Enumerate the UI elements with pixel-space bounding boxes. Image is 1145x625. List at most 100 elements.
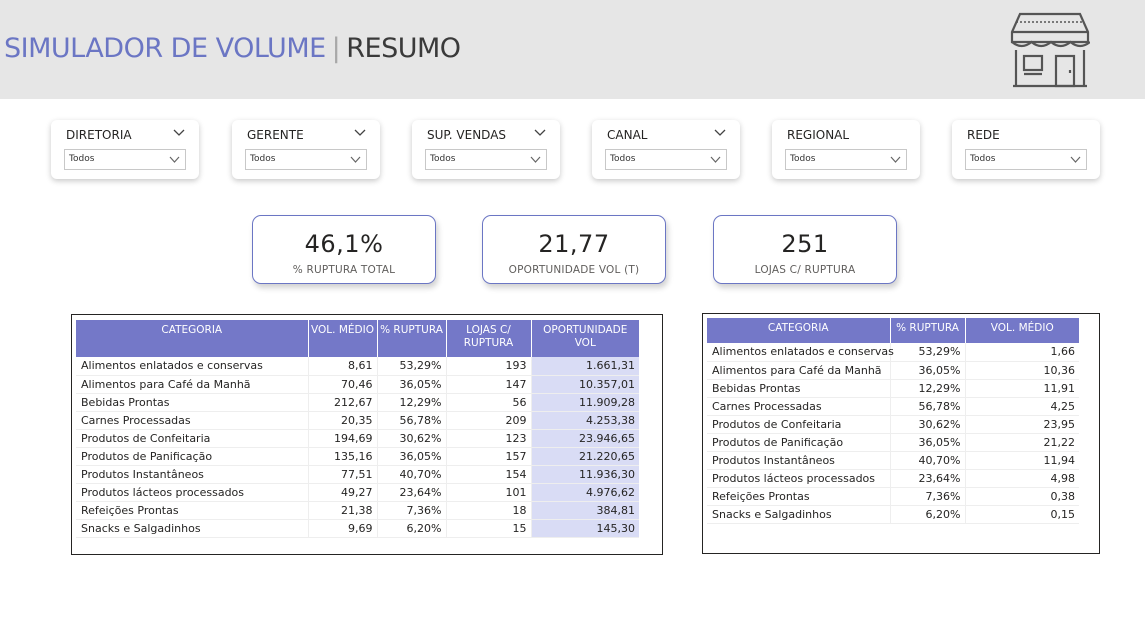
value-cell: 7,36%	[890, 487, 966, 506]
kpi-value: 46,1%	[304, 230, 384, 258]
filter-dropdown[interactable]: Todos	[785, 149, 907, 170]
category-cell: Produtos de Panificação	[707, 433, 891, 452]
table-oportunidade-container: CATEGORIA VOL. MÉDIO % RUPTURA LOJAS C/ …	[71, 314, 663, 555]
value-cell: 23,64%	[890, 469, 966, 488]
table-row[interactable]: Alimentos enlatados e conservas 8,61 53,29…	[76, 357, 639, 376]
value-cell: 11,91	[965, 379, 1079, 398]
value-cell: 9,69	[308, 519, 378, 538]
table-row[interactable]: Snacks e Salgadinhos 6,20% 0,15	[707, 505, 1079, 524]
table-row[interactable]: Refeições Prontas 7,36% 0,38	[707, 487, 1079, 506]
value-cell: 56,78%	[377, 411, 447, 430]
value-cell: 384,81	[531, 501, 639, 520]
category-cell: Produtos de Confeitaria	[76, 429, 309, 448]
table-row[interactable]: Bebidas Prontas 12,29% 11,91	[707, 379, 1079, 398]
column-header[interactable]: OPORTUNIDADE VOL	[531, 320, 639, 357]
filter-gerente: GERENTE Todos	[232, 120, 380, 179]
column-header[interactable]: VOL. MÉDIO	[965, 318, 1079, 343]
table-row[interactable]: Carnes Processadas 20,35 56,78% 209 4.253,38	[76, 411, 639, 430]
column-header[interactable]: % RUPTURA	[890, 318, 966, 343]
category-cell: Carnes Processadas	[76, 411, 309, 430]
column-header[interactable]: % RUPTURA	[377, 320, 447, 357]
table-row[interactable]: Produtos de Panificação 36,05% 21,22	[707, 433, 1079, 452]
filter-dropdown[interactable]: Todos	[965, 149, 1087, 170]
table-row[interactable]: Produtos de Confeitaria 30,62% 23,95	[707, 415, 1079, 434]
value-cell: 135,16	[308, 447, 378, 466]
table-row[interactable]: Produtos Instantâneos 77,51 40,70% 154 11.93…	[76, 465, 639, 484]
title-separator: |	[331, 33, 341, 64]
category-cell: Snacks e Salgadinhos	[707, 505, 891, 524]
category-cell: Alimentos enlatados e conservas	[707, 343, 894, 362]
table-row[interactable]: Produtos lácteos processados 49,27 23,64% 1…	[76, 483, 639, 502]
value-cell: 10.357,01	[531, 375, 639, 394]
category-cell: Bebidas Prontas	[76, 393, 309, 412]
filter-dropdown[interactable]: Todos	[64, 149, 186, 170]
category-cell: Bebidas Prontas	[707, 379, 891, 398]
filter-label: REGIONAL	[787, 128, 850, 142]
value-cell: 0,15	[965, 505, 1079, 524]
value-cell: 21,22	[965, 433, 1079, 452]
filter-dropdown[interactable]: Todos	[605, 149, 727, 170]
value-cell: 23.946,65	[531, 429, 639, 448]
table-row[interactable]: Produtos de Confeitaria 194,69 30,62% 123 23…	[76, 429, 639, 448]
kpi-lojas-ruptura: 251 LOJAS C/ RUPTURA	[713, 215, 897, 284]
column-header[interactable]: CATEGORIA	[707, 318, 891, 343]
filter-dropdown[interactable]: Todos	[245, 149, 367, 170]
chevron-down-icon[interactable]	[714, 129, 726, 137]
category-cell: Refeições Prontas	[707, 487, 891, 506]
value-cell: 11.936,30	[531, 465, 639, 484]
value-cell: 7,36%	[377, 501, 447, 520]
value-cell: 11.909,28	[531, 393, 639, 412]
table-body: Alimentos enlatados e conservas 8,61 53,29…	[76, 357, 639, 538]
filter-value: Todos	[790, 154, 816, 164]
value-cell: 147	[446, 375, 532, 394]
value-cell: 23,64%	[377, 483, 447, 502]
value-cell: 123	[446, 429, 532, 448]
column-header[interactable]: VOL. MÉDIO	[308, 320, 378, 357]
value-cell: 40,70%	[377, 465, 447, 484]
chevron-down-icon	[1070, 156, 1081, 163]
kpi-oportunidade-vol: 21,77 OPORTUNIDADE VOL (T)	[482, 215, 666, 284]
chevron-down-icon[interactable]	[173, 129, 185, 137]
value-cell: 12,29%	[890, 379, 966, 398]
kpi-value: 251	[781, 230, 829, 258]
value-cell: 36,05%	[890, 361, 966, 380]
value-cell: 4.253,38	[531, 411, 639, 430]
filter-sup-vendas: SUP. VENDAS Todos	[412, 120, 560, 179]
table-row[interactable]: Produtos de Panificação 135,16 36,05% 157 21…	[76, 447, 639, 466]
header-band: SIMULADOR DE VOLUME | RESUMO	[0, 0, 1145, 99]
category-cell: Produtos lácteos processados	[76, 483, 309, 502]
chevron-down-icon	[710, 156, 721, 163]
category-cell: Produtos de Confeitaria	[707, 415, 891, 434]
value-cell: 53,29%	[377, 357, 447, 376]
value-cell: 212,67	[308, 393, 378, 412]
filter-value: Todos	[970, 154, 996, 164]
table-row[interactable]: Snacks e Salgadinhos 9,69 6,20% 15 145,30	[76, 519, 639, 538]
value-cell: 1,66	[965, 343, 1079, 362]
table-body: Alimentos enlatados e conservas 53,29% 1,6…	[707, 343, 1079, 524]
chevron-down-icon[interactable]	[354, 129, 366, 137]
filter-dropdown[interactable]: Todos	[425, 149, 547, 170]
column-header[interactable]: CATEGORIA	[76, 320, 309, 357]
value-cell: 193	[446, 357, 532, 376]
table-row[interactable]: Bebidas Prontas 212,67 12,29% 56 11.909,28	[76, 393, 639, 412]
table-ruptura-container: CATEGORIA % RUPTURA VOL. MÉDIO Alimentos…	[702, 313, 1100, 554]
table-row[interactable]: Alimentos para Café da Manhã 70,46 36,05% 1…	[76, 375, 639, 394]
table-row[interactable]: Refeições Prontas 21,38 7,36% 18 384,81	[76, 501, 639, 520]
table-row[interactable]: Carnes Processadas 56,78% 4,25	[707, 397, 1079, 416]
table-row[interactable]: Alimentos para Café da Manhã 36,05% 10,36	[707, 361, 1079, 380]
category-cell: Snacks e Salgadinhos	[76, 519, 309, 538]
column-header[interactable]: LOJAS C/ RUPTURA	[446, 320, 532, 357]
value-cell: 1.661,31	[531, 357, 639, 376]
filter-label: GERENTE	[247, 128, 304, 142]
chevron-down-icon[interactable]	[534, 129, 546, 137]
value-cell: 30,62%	[377, 429, 447, 448]
value-cell: 6,20%	[890, 505, 966, 524]
filter-value: Todos	[69, 154, 95, 164]
value-cell: 30,62%	[890, 415, 966, 434]
value-cell: 20,35	[308, 411, 378, 430]
table-row[interactable]: Alimentos enlatados e conservas 53,29% 1,6…	[707, 343, 1079, 362]
kpi-caption: OPORTUNIDADE VOL (T)	[508, 264, 640, 276]
table-row[interactable]: Produtos Instantâneos 40,70% 11,94	[707, 451, 1079, 470]
table-row[interactable]: Produtos lácteos processados 23,64% 4,98	[707, 469, 1079, 488]
value-cell: 4,98	[965, 469, 1079, 488]
